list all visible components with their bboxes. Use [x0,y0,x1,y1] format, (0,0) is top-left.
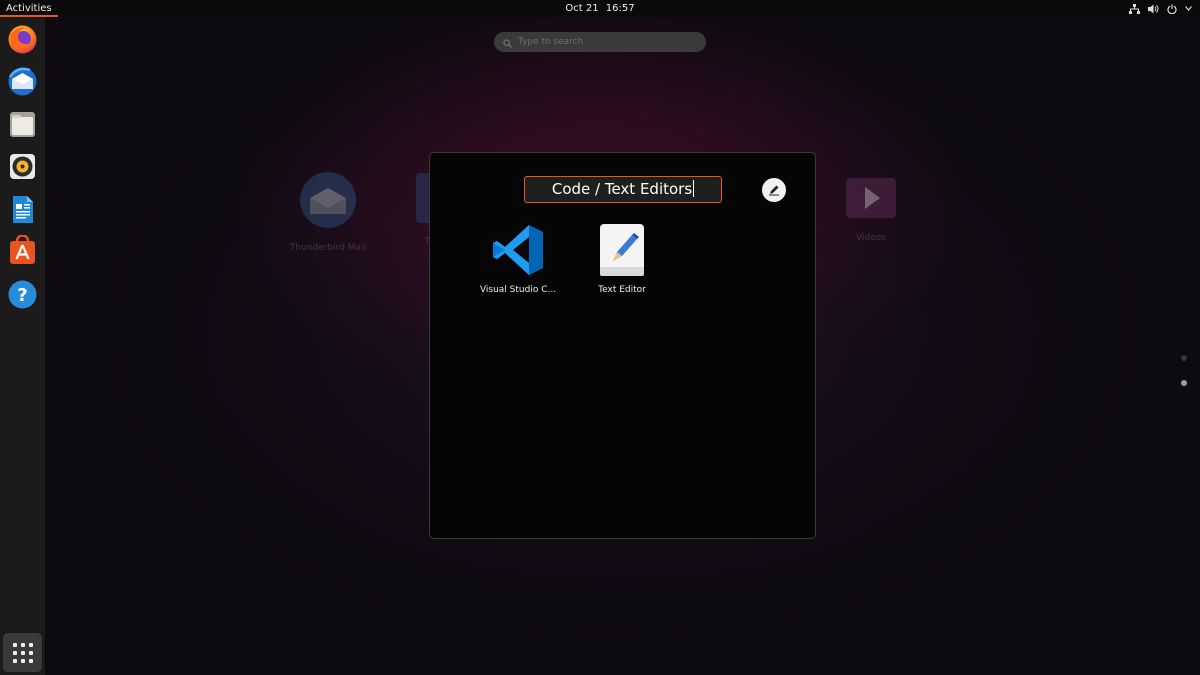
bg-app-videos[interactable]: Videos [840,176,902,243]
clock[interactable]: Oct 21 16:57 [0,0,1200,17]
thunderbird-icon[interactable] [6,65,39,98]
clock-time: 16:57 [605,3,635,14]
help-icon[interactable]: ? [6,278,39,311]
folder-app-label: Visual Studio C... [479,285,557,295]
folder-app-label: Text Editor [598,285,646,295]
page-indicator-active[interactable] [1181,380,1187,386]
software-icon[interactable] [6,234,39,268]
writer-icon[interactable] [6,193,39,226]
rhythmbox-icon[interactable] [6,150,39,183]
bg-app-label: Thunderbird Mail [289,243,367,253]
page-indicator[interactable] [1181,355,1187,361]
pencil-icon [769,185,779,196]
chevron-down-icon [1185,6,1192,11]
vscode-icon [491,223,545,277]
system-tray[interactable] [1129,0,1192,17]
power-icon [1167,4,1177,14]
svg-text:?: ? [17,285,27,306]
folder-app-text-editor[interactable]: Text Editor [572,223,672,295]
folder-name-field[interactable]: Code / Text Editors [524,176,722,203]
top-bar: Activities Oct 21 16:57 [0,0,1200,17]
files-icon[interactable] [6,108,39,141]
videos-icon [846,178,896,218]
search-bar[interactable] [494,32,706,52]
firefox-icon[interactable] [6,23,39,56]
thunderbird-icon [300,172,356,228]
bg-app-thunderbird[interactable]: Thunderbird Mail [282,170,374,253]
folder-app-vscode[interactable]: Visual Studio C... [468,223,568,295]
network-icon [1129,3,1140,14]
bg-app-label: T [424,237,431,247]
dock: ? [0,17,45,675]
app-icon [416,173,430,223]
clock-date: Oct 21 [565,3,599,14]
bg-app-partial[interactable]: T [410,172,430,247]
show-applications-button[interactable] [3,633,42,672]
text-caret [693,180,695,197]
rename-folder-button[interactable] [762,178,786,202]
app-folder-popup: Code / Text Editors Visual Studio C... T… [429,152,816,539]
volume-icon [1148,4,1159,14]
folder-name-text: Code / Text Editors [551,180,693,198]
bg-app-label: Videos [856,233,886,243]
search-input[interactable] [518,37,688,47]
search-icon [503,33,512,52]
text-editor-icon [595,223,649,277]
